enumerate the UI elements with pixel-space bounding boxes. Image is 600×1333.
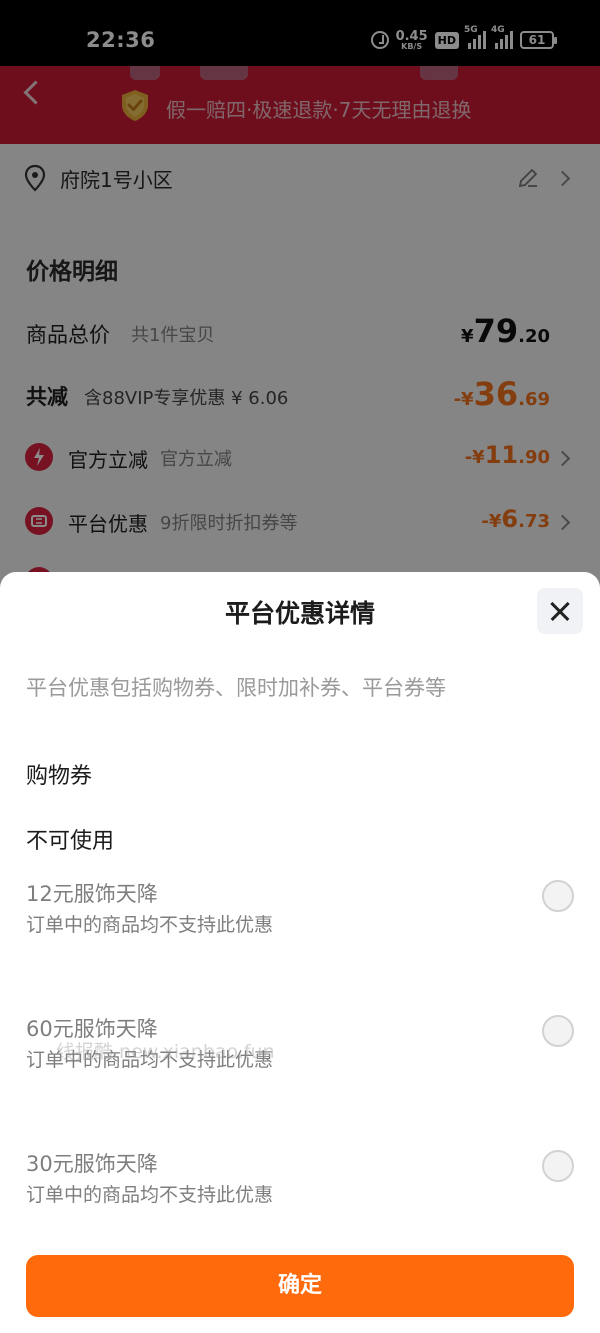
coupon-radio[interactable]	[542, 1015, 574, 1047]
sheet-title: 平台优惠详情	[224, 599, 375, 628]
coupon-name: 12元服饰天降	[26, 882, 158, 906]
watermark: 线报酷 new.xianbao.fun	[56, 1041, 275, 1063]
coupon-radio[interactable]	[542, 1150, 574, 1182]
coupon-radio[interactable]	[542, 880, 574, 912]
platform-discount-sheet: 平台优惠详情 平台优惠包括购物券、限时加补券、平台券等 购物券 不可使用 12元…	[0, 572, 600, 1333]
close-button[interactable]	[537, 588, 583, 634]
coupon-item[interactable]: 12元服饰天降 订单中的商品均不支持此优惠	[0, 878, 600, 958]
section-title: 购物券	[26, 764, 93, 789]
coupon-name: 30元服饰天降	[26, 1152, 158, 1176]
group-title: 不可使用	[26, 829, 115, 854]
confirm-button[interactable]: 确定	[26, 1255, 574, 1317]
coupon-note: 订单中的商品均不支持此优惠	[26, 1184, 274, 1206]
coupon-note: 订单中的商品均不支持此优惠	[26, 914, 274, 936]
coupon-item[interactable]: 30元服饰天降 订单中的商品均不支持此优惠	[0, 1148, 600, 1228]
sheet-description: 平台优惠包括购物券、限时加补券、平台券等	[26, 676, 446, 700]
